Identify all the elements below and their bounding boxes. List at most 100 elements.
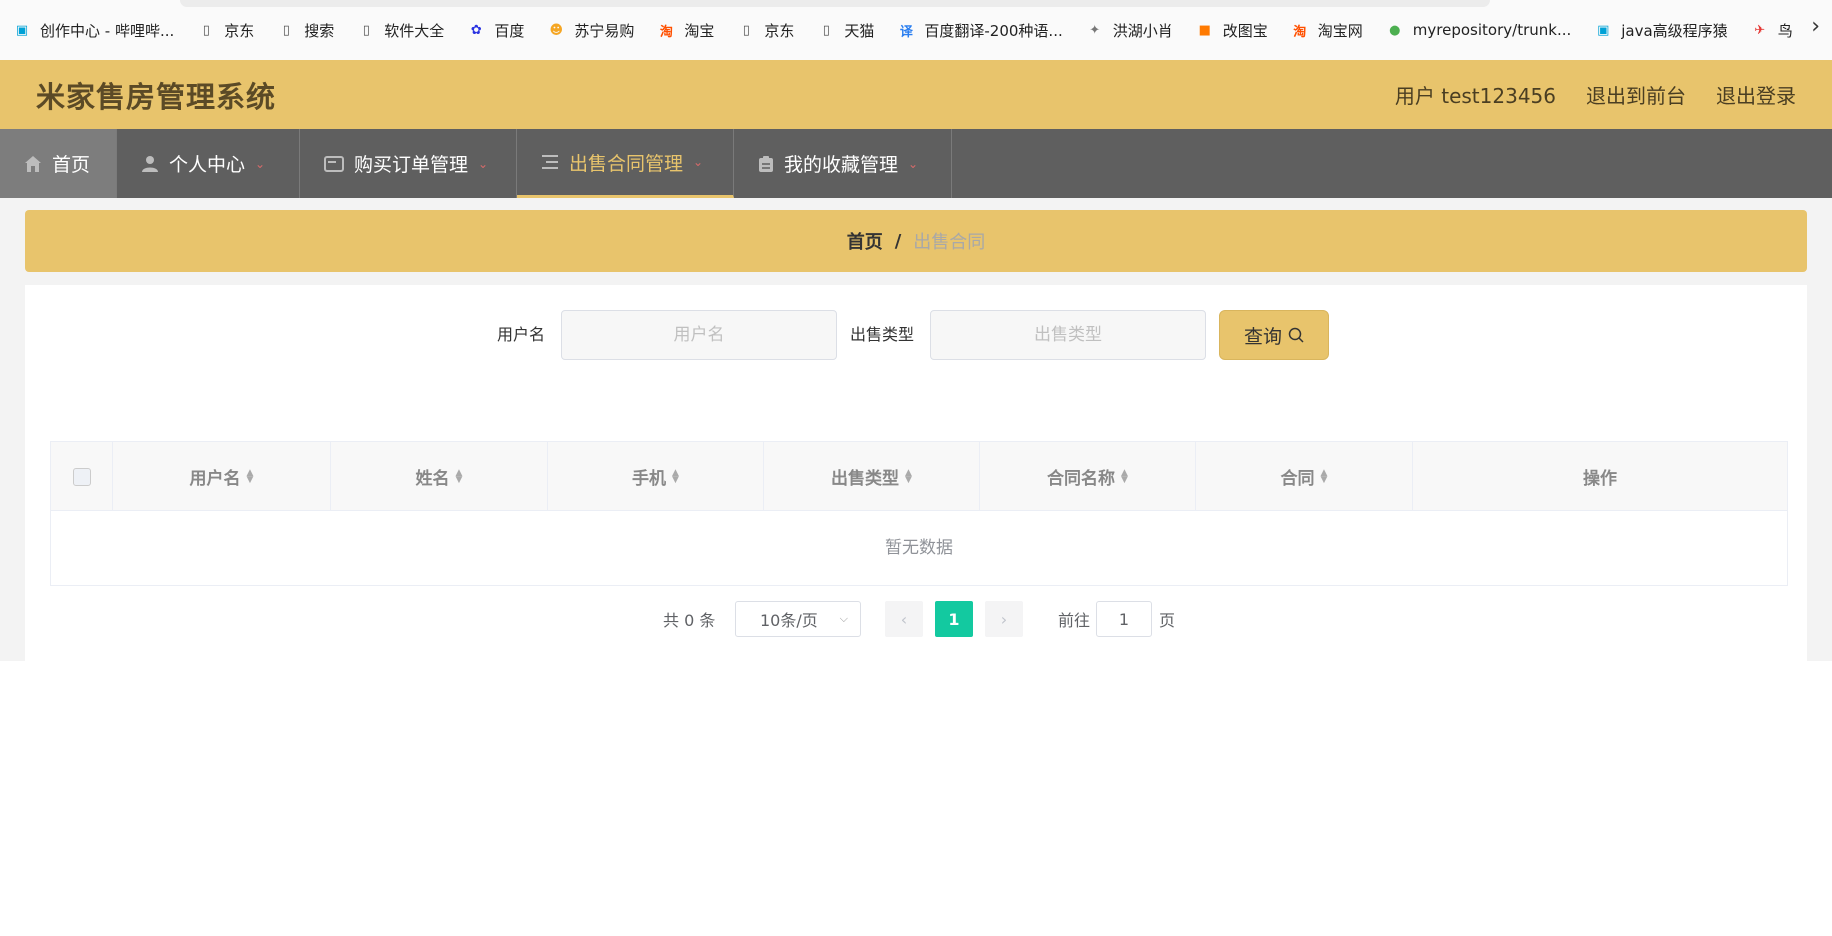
page-number-current[interactable]: 1 <box>935 601 973 637</box>
goto-page-input[interactable]: 1 <box>1096 601 1152 637</box>
clipboard-icon <box>759 155 773 172</box>
header-actions: 用户 test123456 退出到前台 退出登录 <box>1395 80 1796 109</box>
page-icon: ▯ <box>822 22 830 38</box>
sort-icon[interactable]: ▲ ▼ <box>1121 468 1128 484</box>
sort-icon[interactable]: ▲ ▼ <box>1321 468 1328 484</box>
nav-label-contracts: 出售合同管理 <box>569 152 684 175</box>
user-icon <box>142 155 158 172</box>
column-title: 用户名 <box>189 469 241 489</box>
list-icon <box>542 155 558 169</box>
column-header[interactable]: 合同名称 ▲ ▼ <box>980 442 1196 511</box>
pagination-total: 共 0 条 <box>663 611 716 630</box>
bookmark-label: 淘宝网 <box>1317 21 1363 40</box>
breadcrumb: 首页 / 出售合同 <box>25 210 1807 272</box>
sale-type-label: 出售类型 <box>850 325 915 344</box>
bookmark-item[interactable]: ▯ 搜索 <box>276 10 335 50</box>
nav-label-home: 首页 <box>52 154 91 176</box>
column-header[interactable]: 手机 ▲ ▼ <box>548 442 764 511</box>
query-button-label: 查询 <box>1243 326 1282 348</box>
card-icon <box>324 155 344 172</box>
nav-item-orders[interactable]: 购买订单管理 ⌄ <box>300 129 517 198</box>
nav-item-home[interactable]: 首页 <box>0 129 117 198</box>
nav-item-contracts[interactable]: 出售合同管理 ⌄ <box>517 129 734 198</box>
bookmark-item[interactable]: ✦ 洪湖小肖 <box>1085 10 1172 50</box>
bookmark-list: ▣ 创作中心 - 哔哩哔... ▯ 京东 ▯ 搜索 ▯ 软件大全 ✿ 百度 ☻ 苏宁易购淘淘宝 ▯ 京东 ▯… <box>12 10 1815 50</box>
query-button[interactable]: 查询 <box>1219 310 1329 360</box>
bird-icon: ✦ <box>1089 22 1101 38</box>
bookmark-item[interactable]: 译百度翻译-200种语... <box>896 10 1063 50</box>
table-header: 用户名 ▲ ▼ 姓名 ▲ ▼ 手机 ▲ ▼ 出售类型 ▲ ▼ 合同名称 ▲ ▼ 合同 ▲ ▼ 操作 <box>51 442 1787 511</box>
chevron-right-icon: › <box>1000 609 1008 629</box>
column-header[interactable]: 出售类型 ▲ ▼ <box>764 442 980 511</box>
chevron-down-icon: ⌵ <box>839 612 848 625</box>
sort-icon[interactable]: ▲ ▼ <box>672 468 679 484</box>
bookmark-item[interactable]: 淘淘宝 <box>656 10 715 50</box>
page-size-select[interactable]: 10条/页 ⌵ <box>735 601 861 637</box>
username-input[interactable] <box>561 310 837 360</box>
logout-link[interactable]: 退出登录 <box>1716 80 1796 109</box>
bookmark-label: 京东 <box>224 21 255 40</box>
column-title: 操作 <box>1583 469 1617 489</box>
bookmark-label: 鸟 <box>1777 21 1793 40</box>
select-all-cell <box>51 442 113 511</box>
suning-icon: ☻ <box>549 22 564 38</box>
chrome-icon: ● <box>1389 22 1401 38</box>
column-header[interactable]: 用户名 ▲ ▼ <box>113 442 331 511</box>
chevron-down-icon: ⌄ <box>908 156 919 171</box>
bookmark-label: 搜索 <box>304 21 335 40</box>
bookmark-item[interactable]: ■ 改图宝 <box>1195 10 1268 50</box>
search-form: 用户名 出售类型 查询 <box>0 310 1832 360</box>
bird-red-icon: ✈ <box>1754 22 1766 38</box>
chevron-down-icon: ⌄ <box>478 156 489 171</box>
page-icon: ▯ <box>282 22 290 38</box>
sale-type-input[interactable] <box>930 310 1206 360</box>
gaitubao-icon: ■ <box>1198 22 1211 38</box>
bookmark-label: 百度 <box>494 21 525 40</box>
page-icon: ▯ <box>362 22 370 38</box>
bookmark-label: 改图宝 <box>1222 21 1268 40</box>
bookmark-item[interactable]: ✈ 鸟 <box>1750 10 1793 50</box>
bookmark-item[interactable]: ▣ 创作中心 - 哔哩哔... <box>12 10 174 50</box>
column-header[interactable]: 姓名 ▲ ▼ <box>331 442 548 511</box>
bookmark-label: 软件大全 <box>384 21 445 40</box>
bookmark-item[interactable]: ☻ 苏宁易购 <box>546 10 635 50</box>
breadcrumb-home[interactable]: 首页 <box>847 228 883 254</box>
username-label: 用户名 <box>497 325 546 344</box>
taobao-icon: 淘 <box>1293 24 1307 40</box>
bookmark-item[interactable]: 淘淘宝网 <box>1290 10 1363 50</box>
address-bar-edge <box>180 0 1490 7</box>
sort-icon[interactable]: ▲ ▼ <box>905 468 912 484</box>
chevron-down-icon: ⌄ <box>693 155 704 169</box>
bookmark-item[interactable]: ▯ 京东 <box>196 10 255 50</box>
prev-page-button[interactable]: ‹ <box>885 601 923 637</box>
nav-item-personal[interactable]: 个人中心 ⌄ <box>117 129 300 198</box>
chevron-left-icon: ‹ <box>900 609 908 629</box>
bookmark-item[interactable]: ▣ java高级程序猿 <box>1593 10 1728 50</box>
to-front-link[interactable]: 退出到前台 <box>1586 80 1686 109</box>
translate-icon: 译 <box>899 24 913 40</box>
bookmark-item[interactable]: ▯ 软件大全 <box>356 10 445 50</box>
current-user: 用户 test123456 <box>1394 84 1556 108</box>
bookmark-label: 苏宁易购 <box>574 21 635 40</box>
baidu-icon: ✿ <box>470 22 482 38</box>
select-all-checkbox[interactable] <box>72 467 91 486</box>
page-icon: ▯ <box>742 22 750 38</box>
bookmark-item[interactable]: ● myrepository/trunk... <box>1385 10 1571 50</box>
bookmark-label: myrepository/trunk... <box>1412 21 1572 39</box>
page-size-value: 10条/页 <box>760 611 818 630</box>
bookmark-item[interactable]: ▯ 天猫 <box>816 10 875 50</box>
app-header: 米家售房管理系统 用户 test123456 退出到前台 退出登录 <box>0 60 1832 129</box>
next-page-button[interactable]: › <box>985 601 1023 637</box>
bookmark-item[interactable]: ▯ 京东 <box>736 10 795 50</box>
sort-icon[interactable]: ▲ ▼ <box>456 468 463 484</box>
main-nav: 首页 个人中心 ⌄ 购买订单管理 ⌄ 出售合同管理 ⌄ 我的收藏管理 ⌄ <box>0 129 1832 198</box>
nav-item-favorites[interactable]: 我的收藏管理 ⌄ <box>734 129 952 198</box>
column-header[interactable]: 合同 ▲ ▼ <box>1196 442 1413 511</box>
column-header: 操作 <box>1413 442 1787 511</box>
sort-icon[interactable]: ▲ ▼ <box>247 468 254 484</box>
bookmark-item[interactable]: ✿ 百度 <box>466 10 524 50</box>
column-title: 出售类型 <box>831 469 900 489</box>
search-icon <box>1288 327 1304 343</box>
more-bookmarks-icon[interactable]: › <box>1811 14 1820 39</box>
bilibili-icon: ▣ <box>1597 22 1610 38</box>
